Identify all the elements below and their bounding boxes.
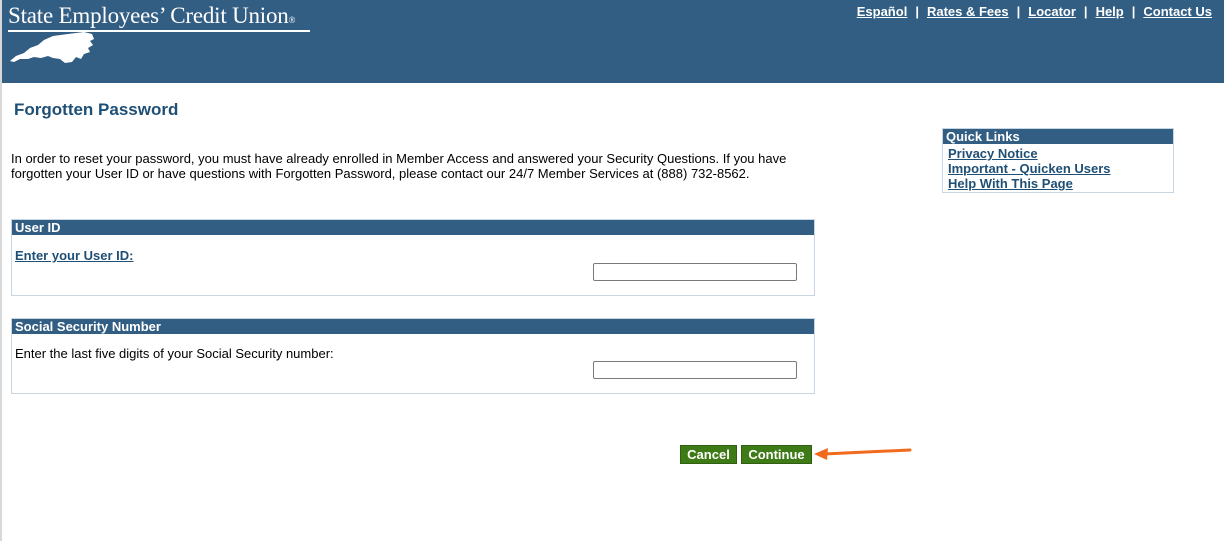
user-id-panel-header: User ID	[12, 220, 814, 235]
user-id-label[interactable]: Enter your User ID:	[15, 248, 133, 263]
quick-link-item: Help With This Page	[948, 176, 1173, 191]
quick-links-panel: Quick Links Privacy Notice Important - Q…	[942, 128, 1174, 193]
north-carolina-map-icon	[10, 32, 94, 63]
annotation-arrow-icon	[814, 448, 912, 460]
link-help-this-page[interactable]: Help With This Page	[948, 176, 1073, 191]
nav-separator: |	[1016, 4, 1021, 19]
page-title: Forgotten Password	[14, 100, 179, 119]
user-id-panel: User ID Enter your User ID:	[11, 219, 815, 296]
quick-link-item: Privacy Notice	[948, 146, 1173, 161]
link-quicken-users[interactable]: Important - Quicken Users	[948, 161, 1111, 176]
quick-links-title: Quick Links	[943, 129, 1173, 144]
site-header: State Employees’ Credit Union® Español |…	[2, 0, 1224, 83]
brand-logo[interactable]: State Employees’ Credit Union®	[8, 3, 295, 29]
quick-links-list: Privacy Notice Important - Quicken Users…	[948, 146, 1173, 191]
nav-separator: |	[1131, 4, 1136, 19]
link-espanol[interactable]: Español	[857, 4, 908, 19]
link-help[interactable]: Help	[1096, 4, 1124, 19]
link-contact-us[interactable]: Contact Us	[1143, 4, 1212, 19]
intro-text: In order to reset your password, you mus…	[11, 151, 787, 181]
nav-separator: |	[915, 4, 919, 19]
utility-nav: Español | Rates & Fees | Locator | Help …	[857, 4, 1212, 19]
ssn-panel-header: Social Security Number	[12, 319, 814, 334]
user-id-input[interactable]	[593, 263, 797, 281]
quick-link-item: Important - Quicken Users	[948, 161, 1173, 176]
ssn-label: Enter the last five digits of your Socia…	[15, 346, 334, 361]
link-locator[interactable]: Locator	[1028, 4, 1076, 19]
nav-separator: |	[1083, 4, 1088, 19]
ssn-panel: Social Security Number Enter the last fi…	[11, 318, 815, 394]
registered-mark: ®	[288, 15, 296, 25]
link-privacy-notice[interactable]: Privacy Notice	[948, 146, 1038, 161]
continue-button[interactable]: Continue	[741, 445, 812, 464]
brand-name: State Employees’ Credit Union	[8, 3, 289, 28]
cancel-button[interactable]: Cancel	[680, 445, 737, 464]
ssn-input[interactable]	[593, 361, 797, 379]
link-rates-fees[interactable]: Rates & Fees	[927, 4, 1009, 19]
